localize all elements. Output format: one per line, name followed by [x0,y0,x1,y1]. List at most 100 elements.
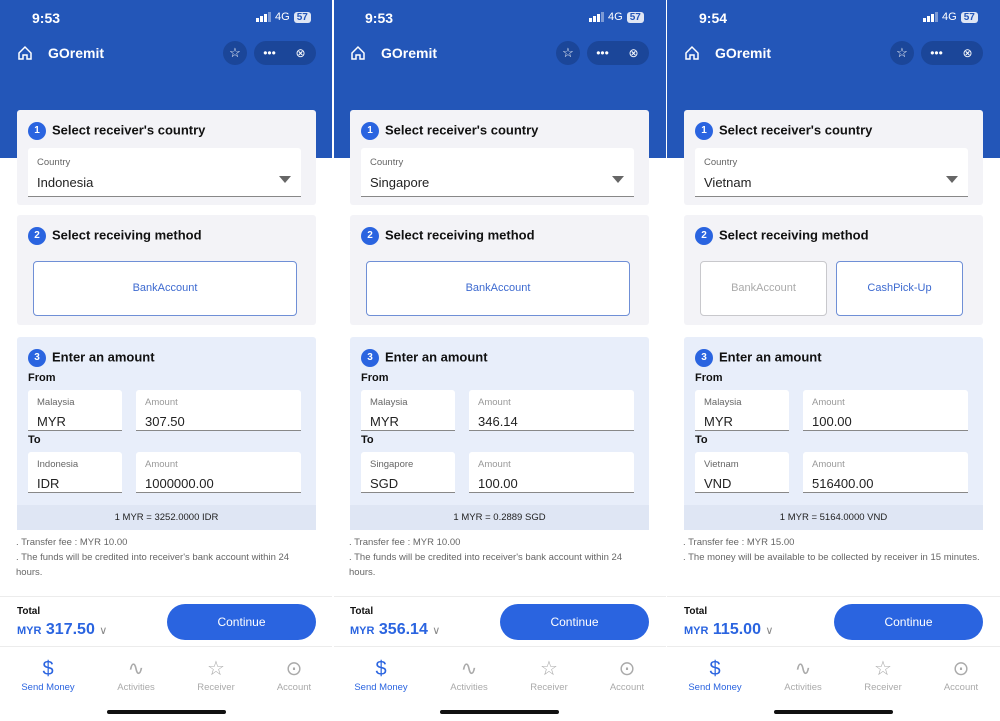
tab-send-money[interactable]: $ Send Money [341,656,421,693]
method-card: 2 Select receiving method Bank Account [350,215,649,325]
chevron-down-icon: ∨ [432,625,441,637]
star-icon: ☆ [540,658,558,680]
step-title: Select receiving method [385,227,535,243]
country-card: 1 Select receiver's country Country Vietn… [684,110,983,205]
favorite-star-icon[interactable]: ☆ [556,41,580,65]
step-title: Select receiver's country [52,122,206,138]
method-button-1[interactable]: Cash Pick-Up [836,261,963,316]
chevron-down-icon: ∨ [99,625,108,637]
method-button-0[interactable]: Bank Account [700,261,827,316]
total-amount[interactable]: MYR 356.14 ∨ [350,621,440,639]
app-title: GOremit [48,45,105,61]
from-amount-input[interactable]: Amount 100.00 [803,390,968,431]
tab-receiver[interactable]: ☆ Receiver [843,656,923,693]
from-currency-field[interactable]: Malaysia MYR [695,390,789,431]
field-label: Amount [812,459,845,470]
battery-icon: 57 [960,11,978,23]
from-currency-field[interactable]: Malaysia MYR [28,390,122,431]
network-label: 4G [275,11,290,23]
home-icon[interactable] [350,45,366,61]
total-currency: MYR [684,625,709,637]
from-amount-input[interactable]: Amount 307.50 [136,390,301,431]
country-select[interactable]: Country Vietnam [695,148,968,197]
activity-icon: ∿ [460,658,478,680]
tab-label: Receiver [197,682,235,693]
transfer-fee-note: . Transfer fee : MYR 10.00 [349,537,461,548]
close-icon[interactable]: ⊗ [952,46,983,60]
field-label: Singapore [370,459,414,470]
home-icon[interactable] [684,45,700,61]
from-amount-input[interactable]: Amount 346.14 [469,390,634,431]
tab-label: Receiver [864,682,902,693]
tab-receiver[interactable]: ☆ Receiver [176,656,256,693]
step1-heading: 1 Select receiver's country [361,122,538,140]
continue-button[interactable]: Continue [500,604,649,640]
total-label: Total [684,606,708,617]
from-currency-field[interactable]: Malaysia MYR [361,390,455,431]
country-select[interactable]: Country Singapore [361,148,634,197]
divider [0,596,333,597]
close-icon[interactable]: ⊗ [285,46,316,60]
method-label: Account [157,282,198,294]
amount-card: 3 Enter an amount From Malaysia MYR Amount… [684,337,983,507]
divider [667,596,1000,597]
total-amount[interactable]: MYR 115.00 ∨ [684,621,773,639]
exchange-rate: 1 MYR = 3252.0000 IDR [17,505,316,530]
step-number: 2 [28,227,46,245]
favorite-star-icon[interactable]: ☆ [890,41,914,65]
total-amount[interactable]: MYR 317.50 ∨ [17,621,107,639]
continue-button[interactable]: Continue [834,604,983,640]
method-bank-account-button[interactable]: Bank Account [366,261,630,316]
tab-activities[interactable]: ∿ Activities [96,656,176,693]
favorite-star-icon[interactable]: ☆ [223,41,247,65]
field-label: Indonesia [37,459,79,470]
step-title: Select receiving method [52,227,202,243]
method-bank-account-button[interactable]: Bank Account [33,261,297,316]
more-icon[interactable]: ••• [921,46,952,60]
home-icon[interactable] [17,45,33,61]
divider [667,646,1000,647]
more-icon[interactable]: ••• [254,46,285,60]
tab-account[interactable]: ⊙ Account [587,656,666,693]
to-amount-input[interactable]: Amount 516400.00 [803,452,968,493]
tab-label: Activities [784,682,822,693]
country-select[interactable]: Country Indonesia [28,148,301,197]
to-amount-input[interactable]: Amount 1000000.00 [136,452,301,493]
mini-app-menu: ••• ⊗ [587,41,649,65]
tab-send-money[interactable]: $ Send Money [8,656,88,693]
to-currency-field[interactable]: Vietnam VND [695,452,789,493]
to-amount-input[interactable]: Amount 100.00 [469,452,634,493]
chevron-down-icon: ∨ [765,625,774,637]
to-currency-field[interactable]: Indonesia IDR [28,452,122,493]
close-icon[interactable]: ⊗ [618,46,649,60]
method-label: Cash [867,282,894,294]
tab-activities[interactable]: ∿ Activities [763,656,843,693]
step-number: 1 [361,122,379,140]
tab-activities[interactable]: ∿ Activities [429,656,509,693]
tab-send-money[interactable]: $ Send Money [675,656,755,693]
continue-button[interactable]: Continue [167,604,316,640]
transfer-fee-note: . Transfer fee : MYR 15.00 [683,537,795,548]
step-number: 3 [695,349,713,367]
to-currency-field[interactable]: Singapore SGD [361,452,455,493]
tab-account[interactable]: ⊙ Account [921,656,1000,693]
user-icon: ⊙ [618,658,636,680]
step-number: 1 [28,122,46,140]
step-number: 2 [695,227,713,245]
step1-heading: 1 Select receiver's country [695,122,872,140]
field-value: 307.50 [145,414,185,429]
field-label: Amount [478,397,511,408]
tab-receiver[interactable]: ☆ Receiver [509,656,589,693]
dollar-icon: $ [42,658,54,680]
field-value: 100.00 [478,476,518,491]
field-label: Country [370,157,404,168]
tab-account[interactable]: ⊙ Account [254,656,333,693]
star-icon: ☆ [874,658,892,680]
country-card: 1 Select receiver's country Country Singa… [350,110,649,205]
home-indicator [107,710,226,714]
total-value: 115.00 [712,621,761,638]
total-currency: MYR [350,625,375,637]
divider [0,646,333,647]
divider [333,646,666,647]
more-icon[interactable]: ••• [587,46,618,60]
